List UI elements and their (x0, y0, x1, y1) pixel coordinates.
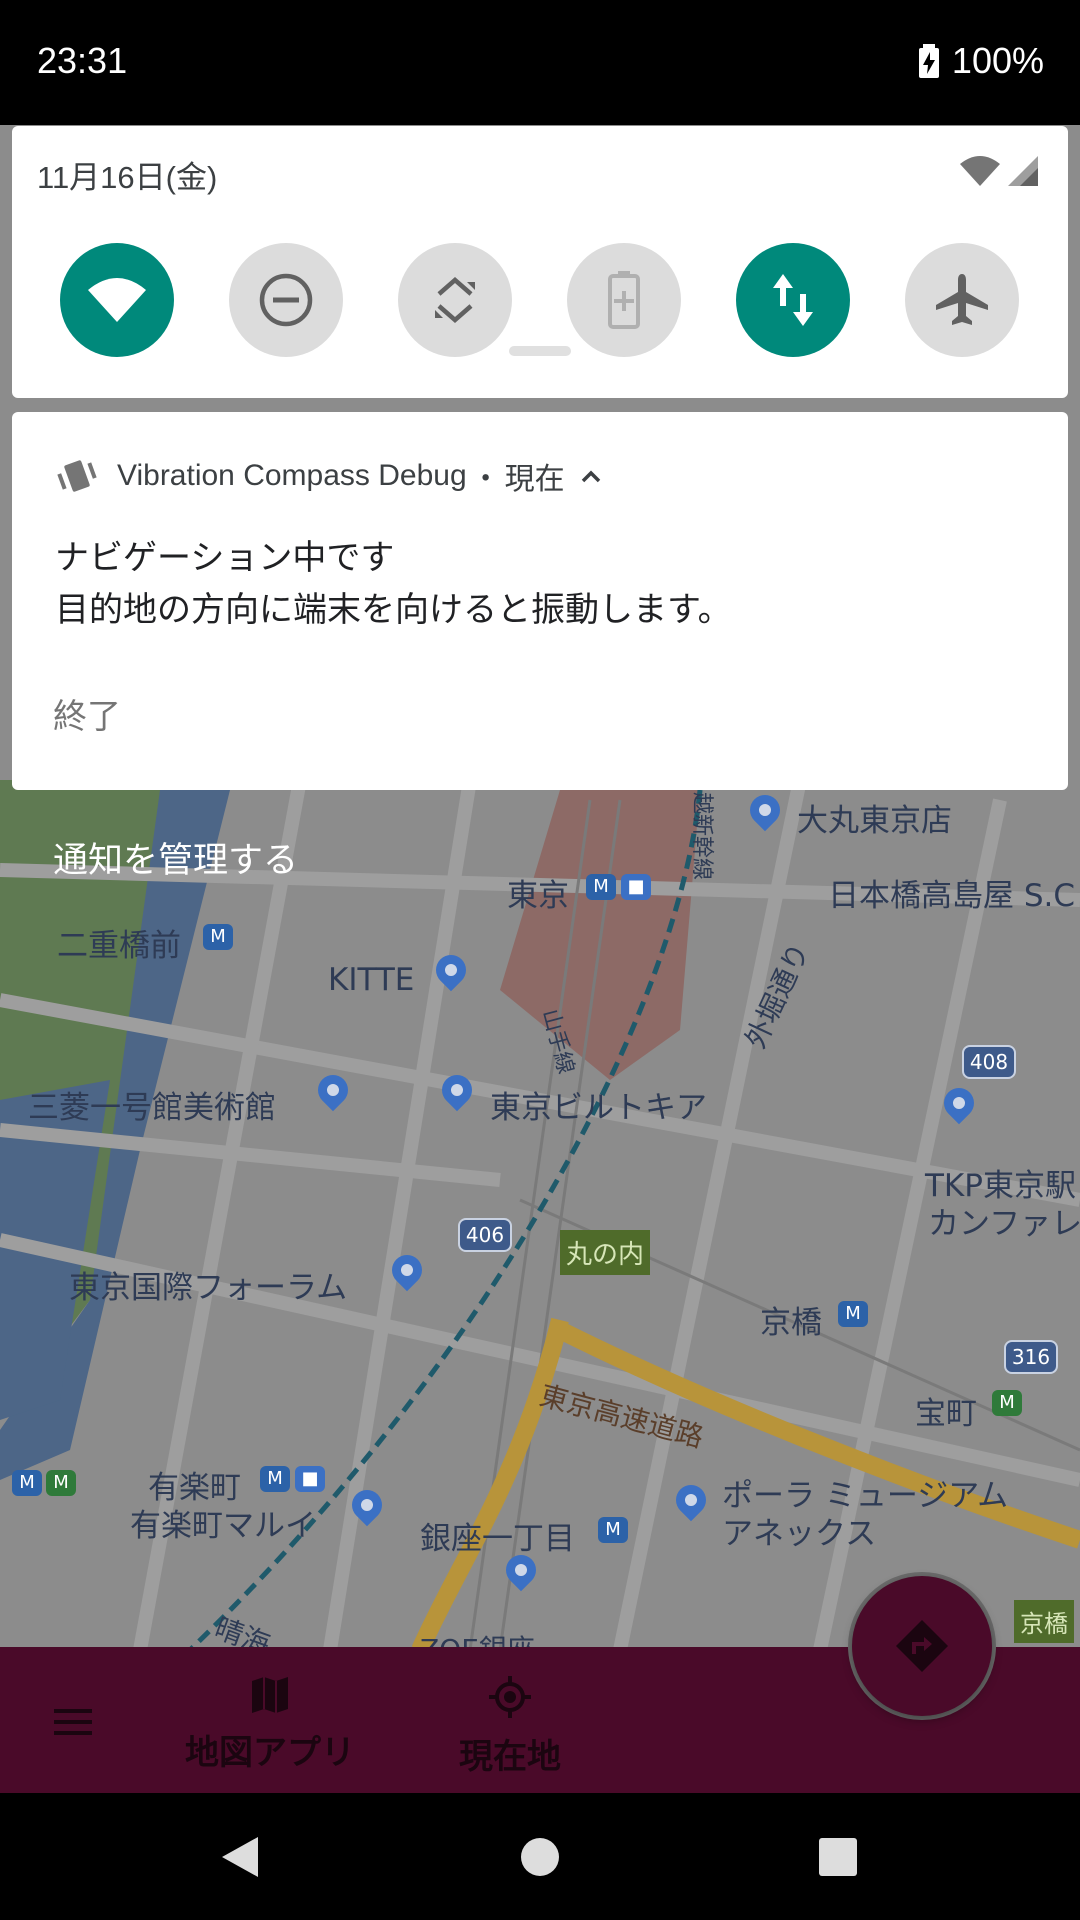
qs-tile-mobile-data[interactable] (736, 243, 850, 357)
notification-separator: ・ (470, 463, 501, 496)
qs-tile-airplane-mode[interactable] (905, 243, 1019, 357)
qs-signal-indicators (958, 154, 1040, 192)
map-label-tkp2[interactable]: カンファレ (928, 1198, 1080, 1243)
menu-icon-line (54, 1720, 92, 1724)
route-408-badge: 408 (962, 1045, 1016, 1079)
map-app-label: 地図アプリ (185, 1733, 355, 1773)
back-icon (222, 1836, 258, 1877)
map-label-ginza1[interactable]: 銀座一丁目 (420, 1513, 575, 1558)
notification-action-end[interactable]: 終了 (53, 689, 121, 738)
home-icon (521, 1837, 559, 1876)
current-location-label: 現在地 (459, 1737, 561, 1777)
notification-card[interactable]: Vibration Compass Debug ・ 現在 ナビゲーション中です … (12, 412, 1068, 790)
directions-icon (896, 1620, 948, 1672)
notification-time: 現在 (504, 463, 565, 496)
navigate-fab[interactable] (852, 1576, 992, 1716)
airplane-icon (936, 274, 988, 325)
menu-icon-line (54, 1731, 92, 1735)
qs-tile-auto-rotate[interactable] (398, 243, 512, 357)
nav-back-button[interactable] (180, 1793, 300, 1920)
qs-tile-do-not-disturb[interactable] (229, 243, 343, 357)
map-label-nijubashimae[interactable]: 二重橋前 (57, 920, 181, 965)
map-label-kyobashi-tag: 京橋 (1014, 1600, 1074, 1643)
notification-app-name: Vibration Compass Debug (117, 459, 467, 492)
map-label-tokia[interactable]: 東京ビルトキア (490, 1082, 707, 1127)
chevron-up-icon[interactable] (579, 468, 603, 484)
quick-settings-panel: 11月16日(金) (12, 126, 1068, 398)
qs-tile-battery-saver[interactable] (567, 243, 681, 357)
metro-icon: M (838, 1301, 868, 1327)
metro-icon: M (12, 1470, 42, 1496)
metro-icon: M (203, 924, 233, 950)
metro-icon: M (586, 874, 616, 900)
status-bar: 23:31 100% (0, 0, 1080, 125)
map-app-button[interactable]: 地図アプリ (178, 1675, 362, 1774)
map-label-mitsubishi[interactable]: 三菱一号館美術館 (28, 1082, 276, 1127)
metro-icon: M (992, 1390, 1022, 1416)
battery-percent: 100% (951, 40, 1044, 81)
menu-button[interactable] (54, 1709, 92, 1742)
map-label-forum[interactable]: 東京国際フォーラム (69, 1262, 347, 1307)
train-icon: ■ (295, 1466, 325, 1492)
map-label-tokyo[interactable]: 東京 (507, 870, 569, 915)
nav-recents-button[interactable] (778, 1793, 898, 1920)
qs-tile-wifi[interactable] (60, 243, 174, 357)
map-label-shinkansen: 越新幹線 (689, 791, 715, 881)
recents-icon (819, 1837, 857, 1876)
map-label-kyobashi[interactable]: 京橋 (760, 1297, 822, 1342)
battery-status: 100% (918, 40, 1044, 82)
notification-header[interactable]: Vibration Compass Debug ・ 現在 (57, 454, 603, 498)
menu-icon (54, 1709, 92, 1713)
vibration-icon (57, 460, 97, 492)
my-location-icon (489, 1676, 531, 1718)
current-location-button[interactable]: 現在地 (440, 1675, 580, 1778)
map-label-marunouchi: 丸の内 (560, 1230, 651, 1275)
nav-home-button[interactable] (480, 1793, 600, 1920)
map-label-kitte[interactable]: KITTE (328, 962, 414, 998)
map-label-daimaru[interactable]: 大丸東京店 (797, 795, 952, 840)
wifi-icon (88, 278, 146, 322)
qs-date: 11月16日(金) (37, 160, 218, 195)
mobile-data-icon (773, 274, 813, 326)
battery-charging-icon (918, 44, 939, 78)
train-icon: ■ (621, 874, 651, 900)
route-316-badge: 316 (1004, 1340, 1058, 1374)
metro-icon: M (46, 1470, 76, 1496)
qs-drag-handle[interactable] (509, 346, 571, 356)
notification-title: ナビゲーション中です (55, 538, 395, 578)
auto-rotate-icon (435, 277, 475, 323)
map-label-takaracho[interactable]: 宝町 (915, 1388, 977, 1433)
metro-icon: M (260, 1466, 290, 1492)
do-not-disturb-icon (259, 273, 313, 327)
map-icon (252, 1677, 288, 1713)
notification-text: 目的地の方向に端末を向けると振動します。 (55, 590, 732, 630)
route-406-badge: 406 (458, 1218, 512, 1252)
map-label-pola2[interactable]: アネックス (722, 1508, 876, 1553)
manage-notifications-link[interactable]: 通知を管理する (53, 832, 298, 883)
map-label-takashimaya[interactable]: 日本橋高島屋 S.C (828, 870, 1075, 915)
wifi-signal-icon (960, 156, 1038, 186)
status-clock: 23:31 (37, 40, 128, 81)
map-label-marui[interactable]: 有楽町マルイ (130, 1500, 316, 1545)
notification-body: ナビゲーション中です 目的地の方向に端末を向けると振動します。 (55, 532, 732, 636)
battery-saver-icon (608, 271, 640, 329)
metro-icon: M (598, 1517, 628, 1543)
system-nav-bar (0, 1793, 1080, 1920)
